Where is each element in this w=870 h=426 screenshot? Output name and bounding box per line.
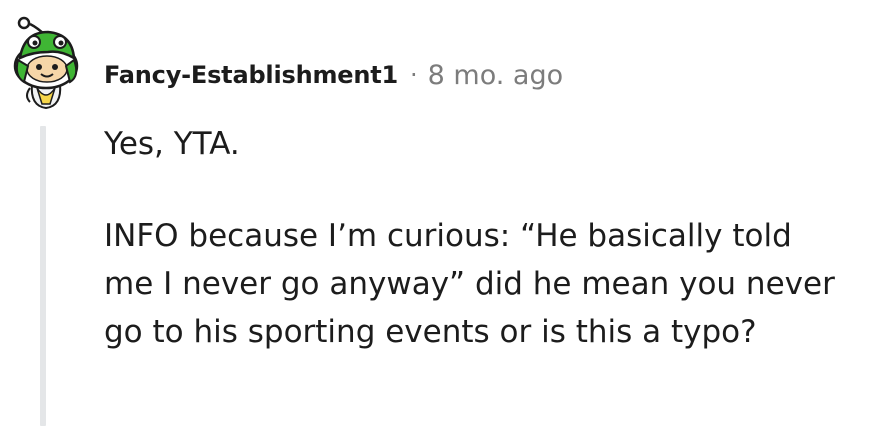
- author-link[interactable]: Fancy-Establishment1: [104, 61, 398, 89]
- comment-body: Yes, YTA. INFO because I’m curious: “He …: [104, 120, 844, 356]
- meta-separator: ·: [410, 61, 418, 89]
- comment-meta: Fancy-Establishment1 · 8 mo. ago: [104, 55, 563, 95]
- snoo-avatar-icon: [13, 16, 79, 110]
- thread-line[interactable]: [40, 126, 46, 426]
- avatar[interactable]: [10, 14, 82, 110]
- timestamp[interactable]: 8 mo. ago: [428, 60, 563, 91]
- comment-paragraph: Yes, YTA.: [104, 126, 240, 162]
- comment: Fancy-Establishment1 · 8 mo. ago Yes, YT…: [0, 0, 870, 426]
- comment-paragraph: INFO because I’m curious: “He basically …: [104, 218, 835, 350]
